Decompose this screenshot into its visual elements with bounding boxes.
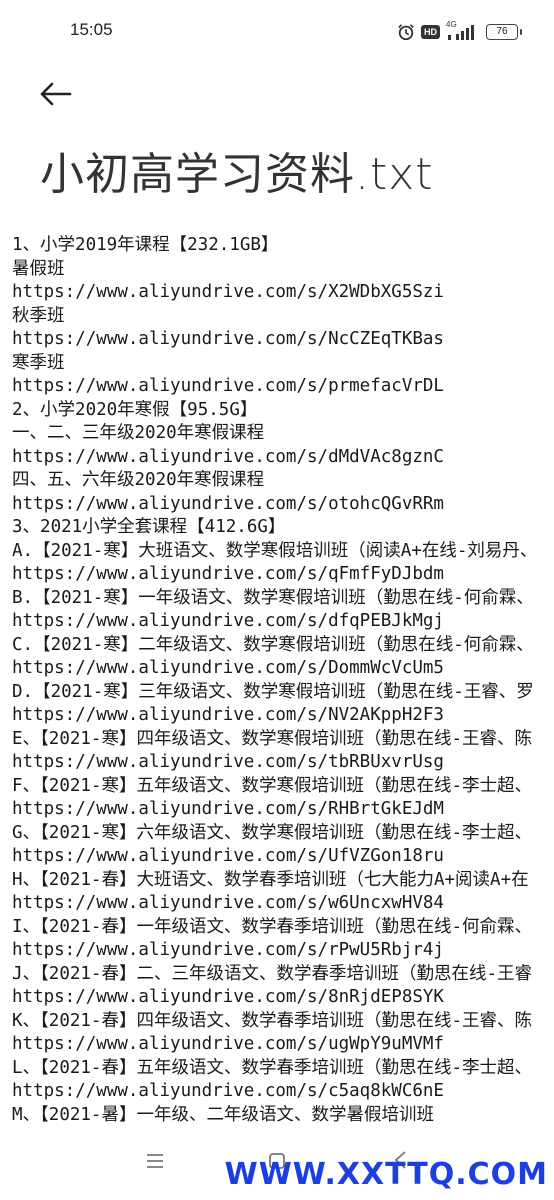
navigation-bar: WWW.XXTTQ.COM: [0, 1130, 554, 1200]
text-line: G、【2021-寒】六年级语文、数学寒假培训班（勤思在线-李士超、: [12, 822, 532, 843]
text-line: 2、小学2020年寒假【95.5G】: [12, 399, 258, 420]
status-time: 15:05: [70, 20, 113, 39]
text-line: https://www.aliyundrive.com/s/qFmfFyDJbd…: [12, 564, 444, 584]
text-line: https://www.aliyundrive.com/s/tbRBUxvrUs…: [12, 752, 444, 772]
text-line: E、【2021-寒】四年级语文、数学寒假培训班（勤思在线-王睿、陈: [12, 728, 532, 749]
signal-icon: 4G: [446, 20, 480, 42]
text-line: 寒季班: [12, 352, 65, 373]
battery-icon: 76: [486, 24, 522, 40]
text-line: K、【2021-春】四年级语文、数学春季培训班（勤思在线-王睿、陈: [12, 1010, 532, 1031]
text-line: 秋季班: [12, 305, 65, 326]
text-line: https://www.aliyundrive.com/s/rPwU5Rbjr4…: [12, 940, 444, 960]
text-line: F、【2021-寒】五年级语文、数学寒假培训班（勤思在线-李士超、: [12, 775, 532, 796]
menu-icon[interactable]: [146, 1152, 164, 1170]
text-line: 1、小学2019年课程【232.1GB】: [12, 235, 279, 255]
text-line: https://www.aliyundrive.com/s/UfVZGon18r…: [12, 846, 444, 866]
text-line: I、【2021-春】一年级语文、数学春季培训班（勤思在线-何俞霖、: [12, 916, 532, 937]
text-line: https://www.aliyundrive.com/s/ugWpY9uMVM…: [12, 1034, 444, 1054]
file-content[interactable]: 1、小学2019年课程【232.1GB】 暑假班 https://www.aliyu…: [12, 234, 554, 1130]
text-line: 四、五、六年级2020年寒假课程: [12, 470, 265, 490]
text-line: https://www.aliyundrive.com/s/NcCZEqTKBa…: [12, 329, 444, 349]
text-line: https://www.aliyundrive.com/s/X2WDbXG5Sz…: [12, 282, 444, 302]
text-line: https://www.aliyundrive.com/s/w6UncxwHV8…: [12, 893, 444, 913]
text-line: 暑假班: [12, 258, 65, 279]
text-line: 一、二、三年级2020年寒假课程: [12, 423, 265, 443]
text-line: B.【2021-寒】一年级语文、数学寒假培训班（勤思在线-何俞霖、: [12, 587, 534, 608]
back-arrow-icon[interactable]: [36, 74, 76, 114]
text-line: C.【2021-寒】二年级语文、数学寒假培训班（勤思在线-何俞霖、: [12, 634, 534, 655]
text-line: D.【2021-寒】三年级语文、数学寒假培训班（勤思在线-王睿、罗: [12, 681, 534, 702]
status-icons: HD 4G 76: [397, 20, 522, 44]
text-line: L、【2021-春】五年级语文、数学春季培训班（勤思在线-李士超、: [12, 1057, 532, 1078]
text-line: 3、2021小学全套课程【412.6G】: [12, 517, 286, 537]
text-line: H、【2021-春】大班语文、数学春季培训班（七大能力A+阅读A+在: [12, 869, 529, 890]
text-line: J、【2021-春】二、三年级语文、数学春季培训班（勤思在线-王睿: [12, 963, 532, 984]
text-line: A.【2021-寒】大班语文、数学寒假培训班（阅读A+在线-刘易丹、: [12, 540, 538, 561]
text-line: M、【2021-暑】一年级、二年级语文、数学暑假培训班: [12, 1104, 434, 1125]
text-line: https://www.aliyundrive.com/s/otohcQGvRR…: [12, 493, 444, 514]
text-line: https://www.aliyundrive.com/s/DommWcVcUm…: [12, 658, 444, 678]
text-line: https://www.aliyundrive.com/s/dMdVAc8gzn…: [12, 446, 444, 467]
alarm-icon: [398, 24, 414, 41]
text-line: https://www.aliyundrive.com/s/dfqPEBJkMg…: [12, 611, 444, 631]
text-line: https://www.aliyundrive.com/s/NV2AKppH2F…: [12, 705, 444, 725]
watermark: WWW.XXTTQ.COM: [224, 1157, 548, 1192]
file-title: 小初高学习资料.txt: [40, 149, 434, 200]
hd-icon: HD: [421, 25, 440, 39]
text-line: https://www.aliyundrive.com/s/8nRjdEP8SY…: [12, 987, 444, 1007]
text-line: https://www.aliyundrive.com/s/c5aq8kWC6n…: [12, 1081, 444, 1101]
text-line: https://www.aliyundrive.com/s/RHBrtGkEJd…: [12, 799, 444, 819]
status-bar: 15:05 HD 4G 76: [0, 0, 554, 64]
text-line: https://www.aliyundrive.com/s/prmefacVrD…: [12, 376, 444, 396]
